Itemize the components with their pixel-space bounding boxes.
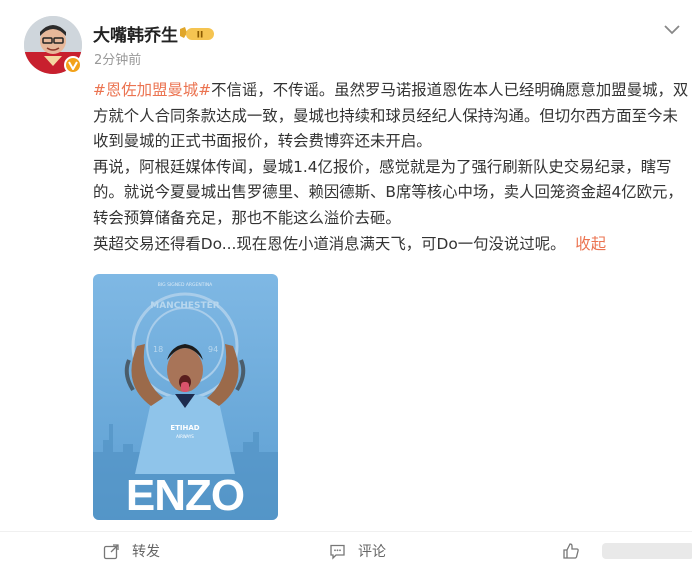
paragraph-3: 英超交易还得看Do...现在恩佐小道消息满天飞，可Do一句没说过呢。 收起 — [93, 232, 689, 258]
like-count-placeholder — [602, 543, 692, 559]
footer-divider — [0, 531, 692, 532]
image-top-text: BIG SIGNED ARGENTINA — [158, 282, 213, 288]
level-badge-text: II — [197, 31, 204, 41]
shirt-brand: ETIHAD — [170, 424, 199, 432]
comment-button[interactable]: 评论 — [329, 540, 386, 562]
player-name: ENZO — [126, 471, 244, 520]
more-icon[interactable] — [660, 19, 684, 39]
share-button[interactable]: 转发 — [103, 540, 160, 562]
crest-text: MANCHESTER — [150, 301, 220, 311]
paragraph-3-text: 英超交易还得看Do...现在恩佐小道消息满天飞，可Do一句没说过呢。 — [93, 234, 566, 253]
post-image[interactable]: BIG SIGNED ARGENTINA MANCHESTER 18 94 ET… — [93, 274, 278, 520]
share-label: 转发 — [132, 544, 160, 560]
comment-label: 评论 — [358, 544, 386, 560]
enzo-graphic: BIG SIGNED ARGENTINA MANCHESTER 18 94 ET… — [93, 274, 278, 520]
topic-link[interactable]: #恩佐加盟曼城# — [93, 81, 211, 99]
level-badge-icon[interactable]: II — [178, 25, 216, 43]
comment-icon — [330, 544, 345, 560]
post-time[interactable]: 2分钟前 — [94, 49, 141, 68]
like-button[interactable] — [562, 540, 692, 562]
post-content: #恩佐加盟曼城#不信谣，不传谣。虽然罗马诺报道恩佐本人已经明确愿意加盟曼城，双方… — [93, 78, 689, 257]
crest-year-left: 18 — [153, 345, 163, 354]
share-icon — [103, 543, 119, 559]
paragraph-1: #恩佐加盟曼城#不信谣，不传谣。虽然罗马诺报道恩佐本人已经明确愿意加盟曼城，双方… — [93, 78, 689, 155]
collapse-link[interactable]: 收起 — [575, 235, 606, 253]
like-icon — [563, 543, 579, 559]
shirt-brand-2: AIRWAYS — [176, 434, 194, 439]
author-name[interactable]: 大嘴韩乔生 — [93, 21, 178, 46]
paragraph-2: 再说，阿根廷媒体传闻，曼城1.4亿报价，感觉就是为了强行刷新队史交易纪录，瞎写的… — [93, 157, 683, 227]
crest-year-right: 94 — [208, 345, 218, 354]
verified-icon — [64, 56, 82, 74]
